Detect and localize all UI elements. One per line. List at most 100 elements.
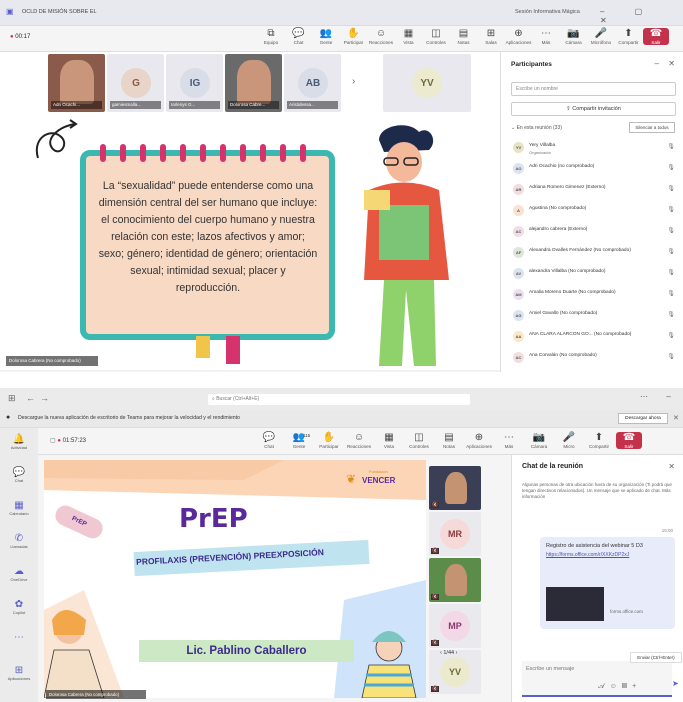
toolbar-notas-button[interactable]: ▤ Notas <box>436 432 462 449</box>
grid-icon[interactable]: ⊞ <box>8 393 16 404</box>
presenter-band: Lic. Pablino Caballero <box>139 640 354 662</box>
toolbar-gente-button[interactable]: 👥 Gente 115 <box>286 432 312 449</box>
toolbar-gente-button[interactable]: 👥 Gente <box>313 28 339 45</box>
compose-placeholder: Escribe un mensaje <box>526 666 575 672</box>
avatar: YV <box>412 68 442 98</box>
participant-row[interactable]: AO Adri Ocachio (no comprobado) 🎙 <box>511 161 681 178</box>
video-tile[interactable]: MP 🔇 <box>429 604 481 648</box>
back-icon[interactable]: ← <box>26 393 35 403</box>
rail-aplicaciones-item[interactable]: ⊞ Aplicaciones <box>4 665 34 681</box>
toolbar-aplicaciones-button[interactable]: ⊕ Aplicaciones <box>466 432 492 449</box>
rail-onedrive-item[interactable]: ☁ OneDrive <box>4 566 34 582</box>
toolbar-chat-button[interactable]: 💬 Chat <box>256 432 282 449</box>
rail-more-item[interactable]: ⋯ <box>4 632 34 643</box>
message-link[interactable]: https://forms.office.com/r/XXKzDP2xJ <box>546 552 669 559</box>
toolbar-participar-button[interactable]: ✋ Participar <box>341 28 367 45</box>
video-tile[interactable]: YV 🔇 <box>429 650 481 694</box>
compose-tools[interactable]: 𝒜☺▤+ <box>598 683 641 691</box>
toolbar-camara-button[interactable]: 📷 Cámara <box>526 432 552 449</box>
external-participants-note: Algunas personas de otra ubicación fuera… <box>522 482 672 499</box>
participant-search-input[interactable]: Escribe un nombre <box>511 82 676 96</box>
toolbar-reacciones-button[interactable]: ☺ Reacciones <box>346 432 372 449</box>
toolbar-label: Aplicaciones <box>505 40 532 45</box>
video-tile[interactable]: Ggamiesmalla... <box>107 54 164 112</box>
toolbar-vista-button[interactable]: ▦ Vista <box>396 28 422 45</box>
more-icon: ⋯ <box>14 632 24 643</box>
minimize-icon[interactable]: – <box>655 59 659 68</box>
toolbar-salas-button[interactable]: ⊞ Salas <box>478 28 504 45</box>
chat-compose-box[interactable]: Escribe un mensaje 𝒜☺▤+ <box>522 661 672 697</box>
video-tile[interactable]: 🔇 <box>429 558 481 602</box>
rail-actividad-item[interactable]: 🔔 Actividad <box>4 434 34 450</box>
video-tile[interactable]: Adri Ocachi... <box>48 54 105 112</box>
video-tile[interactable]: IG Iarlenys G... <box>166 54 223 112</box>
participant-name: Alexandra Ovalles Fernández (No comproba… <box>529 248 631 253</box>
close-icon[interactable]: ✕ <box>668 59 675 68</box>
video-tile[interactable]: MR 🔇 <box>429 512 481 556</box>
toolbar-micro-button[interactable]: 🎤 Micro <box>556 432 582 449</box>
rail-llamadas-item[interactable]: ✆ Llamadas <box>4 533 34 549</box>
participant-name: Yery Villalba <box>529 143 556 148</box>
close-icon[interactable]: ✕ <box>673 414 679 422</box>
mute-all-button[interactable]: Silenciar a todos <box>629 122 675 133</box>
toolbar-compartir-button[interactable]: ⬆ Compartir <box>616 28 642 45</box>
participant-row[interactable]: AM Amalia Moreno Duarte (No comprobado) 🎙 <box>511 287 681 304</box>
participant-row[interactable]: AF Alexandra Ovalles Fernández (No compro… <box>511 245 681 262</box>
toolbar-microfono-button[interactable]: 🎤 Micrófono <box>588 28 614 45</box>
participant-row[interactable]: AC alejandro cabrera (Externo) 🎙 <box>511 224 681 241</box>
participant-row[interactable]: AV alexandra Villalba (No comprobado) 🎙 <box>511 266 681 283</box>
toolbar-compartir-button[interactable]: ⬆ Compartir <box>586 432 612 449</box>
chevron-right-icon[interactable]: › <box>454 650 458 656</box>
toolbar-controles-button[interactable]: ◫ Controles <box>406 432 432 449</box>
participant-row[interactable]: AR Adriana Romero Gimenez (Externo) 🎙 <box>511 182 681 199</box>
toolbar-reacciones-button[interactable]: ☺ Reacciones <box>368 28 394 45</box>
video-tile[interactable]: Dolorosa Cabre... <box>225 54 282 112</box>
toolbar-notas-button[interactable]: ▤ Notas <box>451 28 477 45</box>
toolbar-participar-button[interactable]: ✋ Participar <box>316 432 342 449</box>
toolbar-salir-button[interactable]: ☎ Salir <box>616 432 642 449</box>
participant-row[interactable]: AG Amiel Gavallo (No comprobado) 🎙 <box>511 308 681 325</box>
toolbar-controles-button[interactable]: ◫ Controles <box>423 28 449 45</box>
gallery-pager[interactable]: ‹ 1/44 › <box>440 650 457 656</box>
rail-label: OneDrive <box>10 577 28 582</box>
video-tile[interactable]: YV <box>383 54 471 112</box>
ring-icon <box>120 144 126 162</box>
toolbar-label: Cámara <box>565 40 582 45</box>
participant-row[interactable]: AC Ana Corvalán (No comprobado) 🎙 <box>511 350 681 367</box>
forward-icon[interactable]: → <box>40 393 49 403</box>
toolbar-mas-button[interactable]: ⋯ Más <box>496 432 522 449</box>
bottom-teams-window: ⊞ ← → ⌕ Buscar (Ctrl+Alt+E) ⋯ – ● Descar… <box>0 388 683 702</box>
toolbar-chat-button[interactable]: 💬 Chat <box>286 28 312 45</box>
video-tile[interactable]: 🔇 <box>429 466 481 510</box>
download-now-button[interactable]: Descargar ahora <box>618 413 668 424</box>
toolbar-mas-button[interactable]: ⋯ Más <box>533 28 559 45</box>
toolbar-camara-button[interactable]: 📷 Cámara <box>561 28 587 45</box>
window-controls[interactable]: – ▢ ✕ <box>600 7 683 25</box>
rail-copilot-item[interactable]: ✿ Copilot <box>4 599 34 615</box>
send-icon[interactable]: ➤ <box>672 679 679 688</box>
participant-name: ANA CLARA ALARCON GO... (No comprobado) <box>529 332 632 337</box>
participant-row[interactable]: YV Yery Villalba Organizador 🎙 <box>511 140 681 157</box>
video-tile[interactable]: AB Aristidessa... <box>284 54 341 112</box>
chat-icon: 💬 <box>262 432 276 443</box>
tile-name: gamiesmalla... <box>110 101 161 109</box>
participant-name: Adri Ocachio (no comprobado) <box>529 164 595 169</box>
window-controls[interactable]: ⋯ – <box>640 392 679 401</box>
close-icon[interactable]: ✕ <box>668 462 675 471</box>
chevron-right-icon[interactable]: › <box>352 76 355 87</box>
participant-row[interactable]: A Agustina (No comprobado) 🎙 <box>511 203 681 220</box>
participant-row[interactable]: AA ANA CLARA ALARCON GO... (No comprobado… <box>511 329 681 346</box>
avatar: AB <box>298 68 328 98</box>
toolbar-aplicaciones-button[interactable]: ⊕ Aplicaciones <box>506 28 532 45</box>
toolbar-salir-button[interactable]: ☎ Salir <box>643 28 669 45</box>
sexuality-definition-card: La “sexualidad” puede entenderse como un… <box>80 144 335 364</box>
share-invite-button[interactable]: ⇪ Compartir invitación <box>511 102 676 116</box>
toolbar-equipo-button[interactable]: ⧉ Equipo <box>258 28 284 45</box>
toolbar-vista-button[interactable]: ▦ Vista <box>376 432 402 449</box>
link-preview-thumbnail[interactable] <box>546 587 604 621</box>
rail-calendario-item[interactable]: ▦ Calendario <box>4 500 34 516</box>
avatar: AR <box>513 184 524 195</box>
rail-chat-item[interactable]: 💬 Chat <box>4 467 34 483</box>
global-search-input[interactable]: ⌕ Buscar (Ctrl+Alt+E) <box>208 394 470 405</box>
top-window-title: OCLD DE MISIÓN SOBRE EL <box>22 9 97 15</box>
